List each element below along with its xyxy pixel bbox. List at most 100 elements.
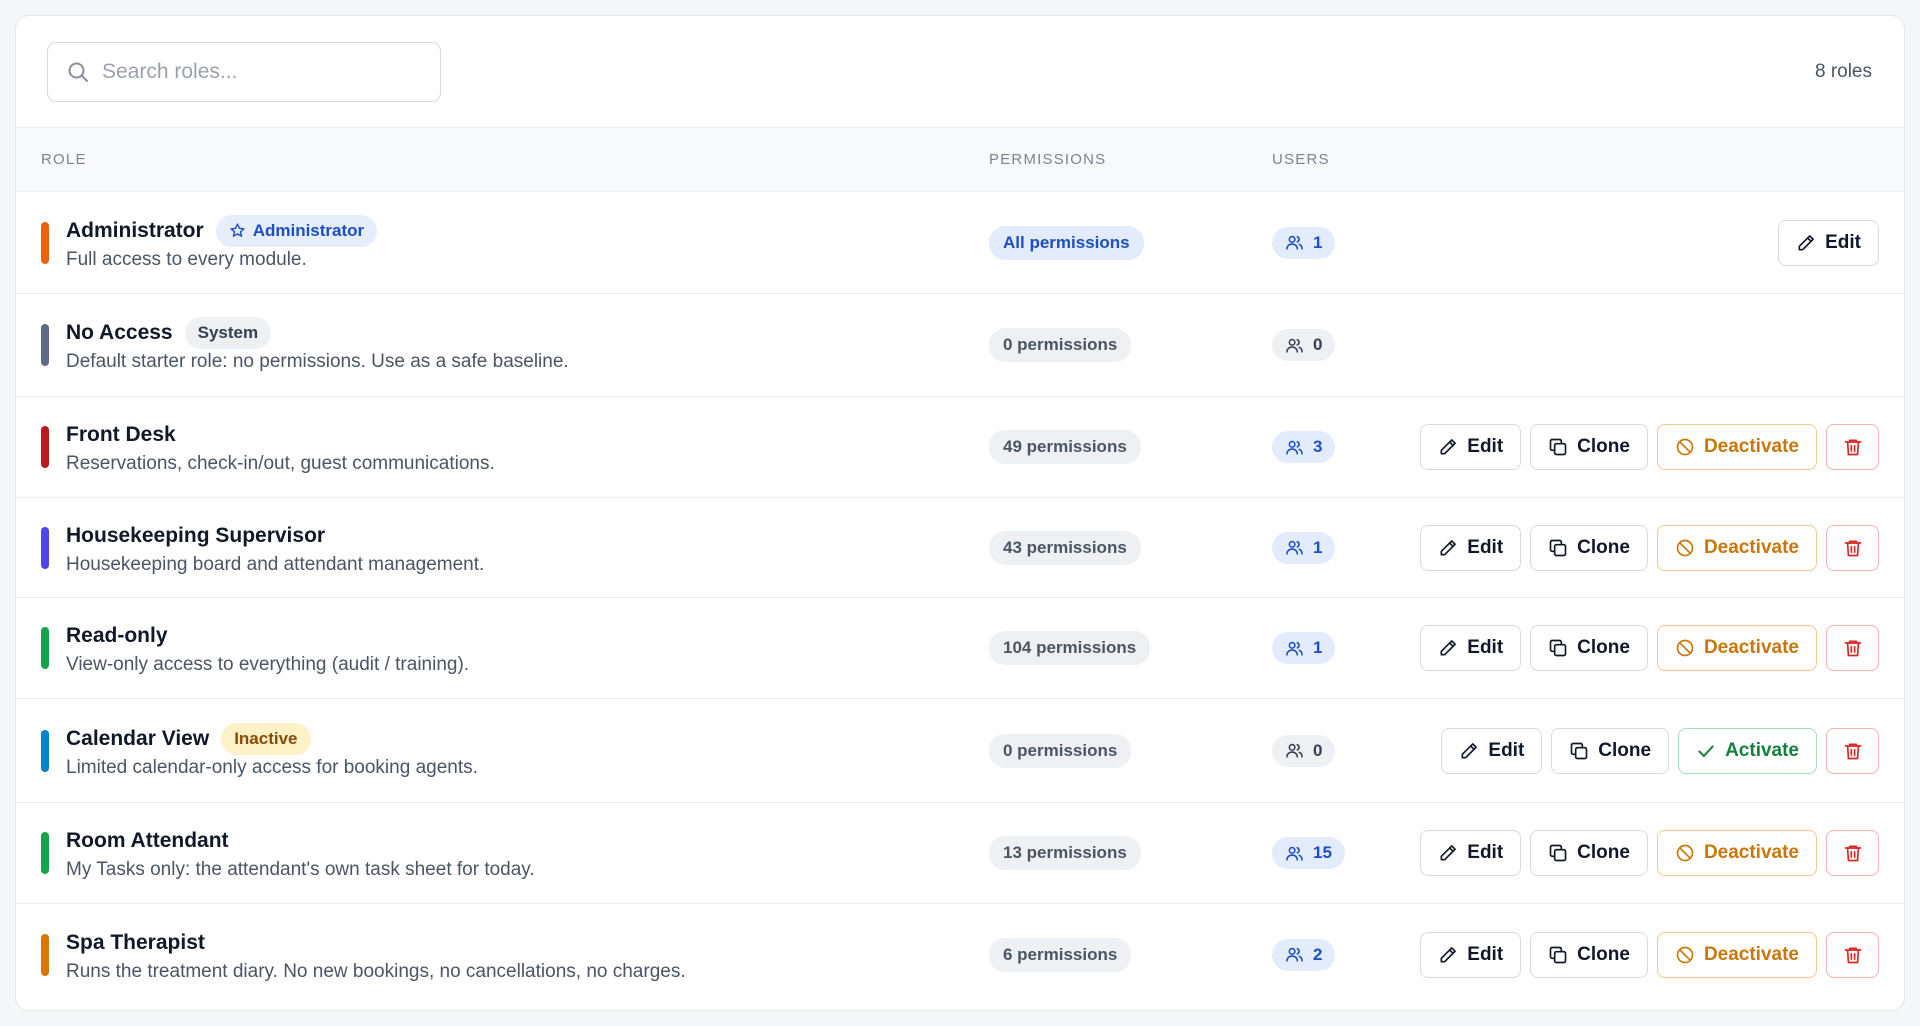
edit-label: Edit [1825, 231, 1861, 253]
edit-button[interactable]: Edit [1778, 219, 1879, 266]
permissions-badge: 0 permissions [989, 328, 1132, 362]
roles-table-body: Administrator Administrator Full access to… [16, 192, 1904, 1005]
edit-button[interactable]: Edit [1420, 424, 1522, 470]
deactivate-button[interactable]: Deactivate [1656, 524, 1817, 571]
clone-label: Clone [1577, 842, 1630, 863]
row-actions: Edit Clone Deactivate [1420, 931, 1879, 978]
ban-icon [1675, 945, 1695, 965]
users-count: 0 [1313, 335, 1323, 354]
row-actions: Edit Clone Deactivate [1420, 625, 1879, 671]
users-icon [1285, 945, 1304, 964]
edit-button[interactable]: Edit [1420, 524, 1522, 571]
table-row: Room Attendant My Tasks only: the attenda… [16, 803, 1904, 904]
users-icon [1285, 741, 1304, 760]
deactivate-button[interactable]: Deactivate [1656, 931, 1817, 978]
row-actions: Edit Clone Deactivate [1420, 830, 1879, 876]
role-color-bar [41, 933, 49, 976]
copy-icon [1548, 843, 1568, 863]
copy-icon [1569, 741, 1589, 761]
deactivate-button[interactable]: Deactivate [1656, 830, 1817, 876]
clone-button[interactable]: Clone [1530, 524, 1648, 571]
users-icon [1285, 336, 1304, 355]
activate-button[interactable]: Activate [1678, 727, 1817, 774]
copy-icon [1548, 638, 1568, 658]
role-description: Reservations, check-in/out, guest commun… [66, 453, 495, 474]
role-name: Read-only [66, 624, 168, 647]
permissions-badge: All permissions [989, 225, 1144, 260]
edit-label: Edit [1488, 739, 1525, 761]
clone-label: Clone [1598, 739, 1652, 761]
role-name-line: Room Attendant [66, 825, 535, 857]
role-info: Spa Therapist Runs the treatment diary. N… [66, 927, 686, 983]
role-name: No Access [66, 321, 173, 344]
users-badge: 0 [1272, 734, 1336, 767]
permissions-badge: 0 permissions [989, 733, 1132, 768]
delete-button[interactable] [1826, 524, 1879, 571]
pencil-icon [1438, 638, 1458, 658]
delete-button[interactable] [1826, 727, 1879, 774]
edit-label: Edit [1467, 536, 1504, 558]
edit-label: Edit [1467, 943, 1504, 965]
role-color-bar [41, 832, 49, 874]
role-name: Housekeeping Supervisor [66, 523, 326, 547]
users-badge: 15 [1272, 837, 1345, 869]
search-input[interactable] [102, 59, 422, 84]
role-description: Housekeeping board and attendant managem… [66, 553, 485, 575]
table-row: Housekeeping Supervisor Housekeeping boar… [16, 498, 1904, 598]
clone-button[interactable]: Clone [1530, 424, 1648, 470]
edit-button[interactable]: Edit [1420, 830, 1522, 876]
role-info: Room Attendant My Tasks only: the attenda… [66, 825, 535, 881]
users-count: 1 [1313, 537, 1323, 557]
search-box[interactable] [47, 41, 441, 102]
toolbar: 8 roles [16, 16, 1904, 128]
edit-button[interactable]: Edit [1420, 931, 1522, 978]
users-count: 1 [1313, 638, 1323, 657]
role-name-line: Read-only [66, 620, 469, 652]
inactive-badge: Inactive [221, 722, 311, 755]
delete-button[interactable] [1826, 931, 1879, 978]
delete-button[interactable] [1826, 424, 1879, 470]
clone-label: Clone [1577, 943, 1630, 965]
search-icon [68, 62, 88, 82]
trash-icon [1843, 741, 1863, 761]
role-name-line: No Access System [66, 317, 569, 349]
role-info: No Access System Default starter role: no … [66, 317, 569, 373]
delete-button[interactable] [1826, 830, 1879, 876]
role-color-bar [41, 324, 49, 366]
trash-icon [1843, 945, 1863, 965]
deactivate-label: Deactivate [1703, 637, 1799, 658]
pencil-icon [1438, 945, 1458, 965]
table-row: Administrator Administrator Full access to… [16, 192, 1904, 294]
deactivate-button[interactable]: Deactivate [1656, 625, 1817, 671]
clone-button[interactable]: Clone [1530, 931, 1648, 978]
users-count: 0 [1313, 740, 1323, 760]
permissions-badge: 43 permissions [989, 530, 1141, 565]
clone-button[interactable]: Clone [1551, 727, 1670, 774]
trash-icon [1843, 843, 1863, 863]
role-name-line: Calendar View Inactive [66, 722, 478, 755]
roles-panel: 8 roles ROLE PERMISSIONS USERS Administr… [15, 15, 1905, 1011]
edit-button[interactable]: Edit [1420, 625, 1522, 671]
users-icon [1285, 538, 1304, 557]
clone-button[interactable]: Clone [1530, 830, 1648, 876]
role-description: Limited calendar-only access for booking… [66, 756, 478, 778]
deactivate-label: Deactivate [1703, 536, 1799, 558]
clone-label: Clone [1577, 536, 1630, 558]
table-row: No Access System Default starter role: no … [16, 294, 1904, 397]
delete-button[interactable] [1826, 625, 1879, 671]
ban-icon [1675, 538, 1695, 558]
pencil-icon [1438, 538, 1458, 558]
users-icon [1285, 233, 1304, 252]
ban-icon [1675, 437, 1695, 457]
users-icon [1285, 639, 1304, 658]
star-icon [229, 222, 246, 239]
badge-label: Administrator [252, 220, 365, 240]
table-header: ROLE PERMISSIONS USERS [16, 128, 1904, 192]
activate-label: Activate [1725, 739, 1799, 761]
deactivate-button[interactable]: Deactivate [1656, 424, 1817, 470]
badge-label: System [197, 323, 259, 342]
check-icon [1696, 741, 1716, 761]
role-info: Front Desk Reservations, check-in/out, gu… [66, 419, 495, 475]
clone-button[interactable]: Clone [1530, 625, 1648, 671]
edit-button[interactable]: Edit [1441, 727, 1543, 774]
